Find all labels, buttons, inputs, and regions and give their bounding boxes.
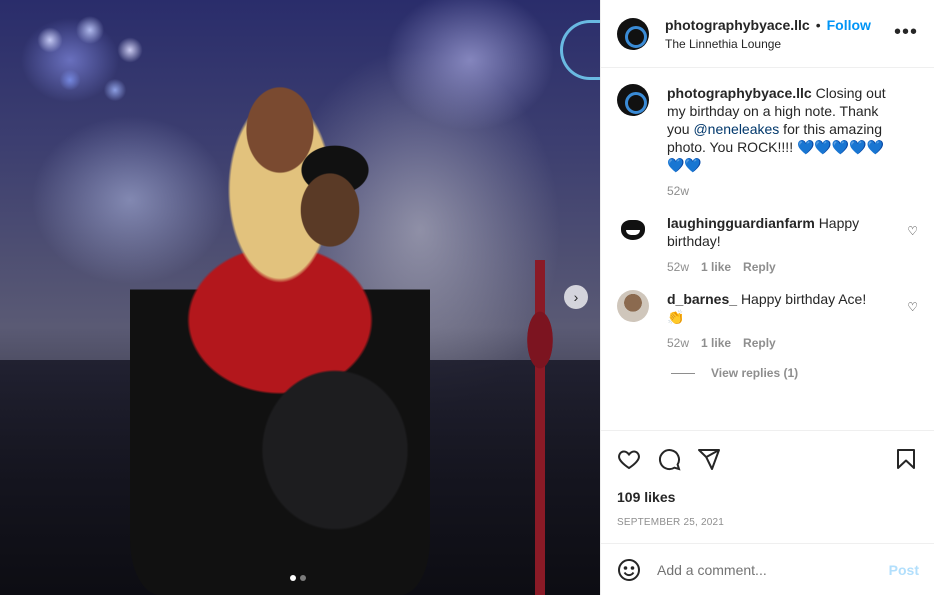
comment-item: d_barnes_ Happy birthday Ace! 👏 52w 1 li… bbox=[617, 290, 918, 352]
heart-icon[interactable] bbox=[617, 447, 641, 471]
carousel-dot bbox=[300, 575, 306, 581]
comment-time[interactable]: 52w bbox=[667, 258, 689, 276]
comment-composer: Post bbox=[601, 543, 934, 595]
person-black-top bbox=[230, 130, 440, 595]
post-actions: 109 likes SEPTEMBER 25, 2021 bbox=[601, 430, 934, 540]
neon-sign bbox=[560, 20, 600, 80]
view-replies-label: View replies (1) bbox=[711, 366, 799, 380]
comment-item: laughingguardianfarm Happy birthday! 52w… bbox=[617, 214, 918, 276]
comment-like-heart-icon[interactable]: ♡ bbox=[907, 300, 918, 314]
comment-username[interactable]: laughingguardianfarm bbox=[667, 215, 815, 231]
carousel-indicator bbox=[290, 575, 306, 581]
caption: photographybyace.llc Closing out my birt… bbox=[617, 84, 918, 200]
caption-mention[interactable]: @neneleakes bbox=[693, 121, 779, 137]
comment-username[interactable]: d_barnes_ bbox=[667, 291, 737, 307]
separator-dot: • bbox=[815, 16, 821, 33]
comments-list[interactable]: photographybyace.llc Closing out my birt… bbox=[601, 68, 934, 430]
share-icon[interactable] bbox=[697, 447, 721, 471]
caption-username[interactable]: photographybyace.llc bbox=[667, 85, 812, 101]
caption-time[interactable]: 52w bbox=[667, 182, 689, 200]
commenter-avatar[interactable] bbox=[617, 214, 649, 246]
bookmark-icon[interactable] bbox=[894, 447, 918, 471]
more-options-icon[interactable]: ••• bbox=[894, 22, 918, 42]
post-side-panel: photographybyace.llc • Follow The Linnet… bbox=[600, 0, 934, 595]
location-link[interactable]: The Linnethia Lounge bbox=[665, 37, 871, 51]
carousel-dot-active bbox=[290, 575, 296, 581]
likes-count[interactable]: 109 likes bbox=[617, 489, 918, 505]
post-date[interactable]: SEPTEMBER 25, 2021 bbox=[617, 517, 918, 528]
comment-icon[interactable] bbox=[657, 447, 681, 471]
caption-author-avatar[interactable] bbox=[617, 84, 649, 116]
emoji-icon[interactable] bbox=[617, 558, 641, 582]
comment-like-heart-icon[interactable]: ♡ bbox=[907, 224, 918, 238]
comment-input[interactable] bbox=[657, 561, 889, 578]
carousel-next-button[interactable]: › bbox=[564, 285, 588, 309]
post-header: photographybyace.llc • Follow The Linnet… bbox=[601, 0, 934, 68]
post-photo[interactable]: › bbox=[0, 0, 600, 595]
reply-button[interactable]: Reply bbox=[743, 258, 776, 276]
reply-button[interactable]: Reply bbox=[743, 334, 776, 352]
view-replies-button[interactable]: View replies (1) bbox=[671, 366, 918, 380]
replies-divider-line bbox=[671, 372, 695, 374]
comment-time[interactable]: 52w bbox=[667, 334, 689, 352]
balloons-decoration bbox=[20, 10, 170, 110]
commenter-avatar[interactable] bbox=[617, 290, 649, 322]
hookah bbox=[515, 260, 565, 595]
author-avatar[interactable] bbox=[617, 17, 649, 50]
follow-button[interactable]: Follow bbox=[827, 17, 871, 33]
comment-likes[interactable]: 1 like bbox=[701, 258, 731, 276]
author-username[interactable]: photographybyace.llc bbox=[665, 17, 810, 33]
comment-text: Happy birthday Ace! bbox=[740, 291, 867, 307]
post-comment-button[interactable]: Post bbox=[889, 562, 919, 578]
chevron-right-icon: › bbox=[573, 289, 579, 305]
clap-emoji: 👏 bbox=[667, 309, 685, 325]
comment-likes[interactable]: 1 like bbox=[701, 334, 731, 352]
